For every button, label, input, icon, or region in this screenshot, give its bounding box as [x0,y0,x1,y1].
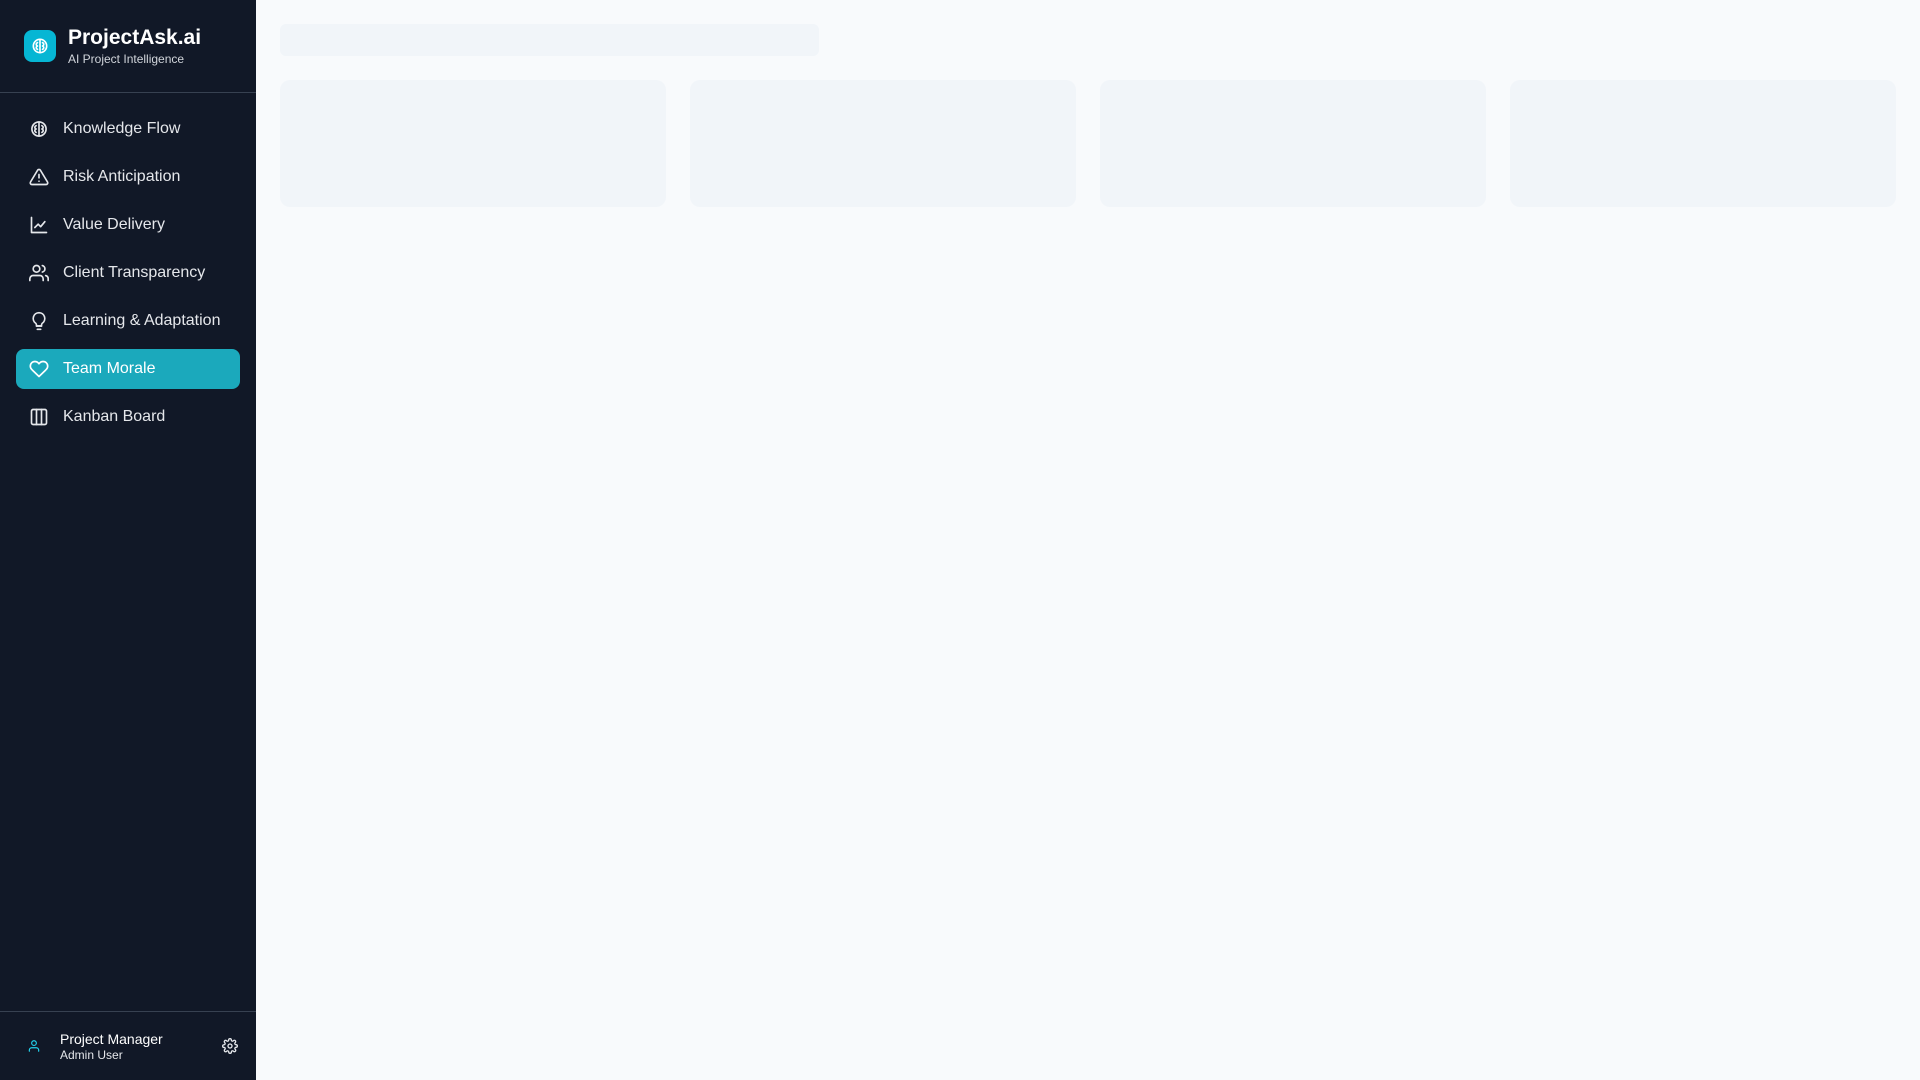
user-info: Project Manager Admin User [60,1030,204,1063]
brand-text: ProjectAsk.ai AI Project Intelligence [68,26,201,67]
users-icon [29,264,49,282]
alert-triangle-icon [29,168,49,186]
sidebar-nav: Knowledge Flow Risk Anticipation Value D… [0,93,256,1011]
loading-skeleton-card [1100,80,1486,207]
settings-button[interactable] [220,1036,240,1056]
sidebar-item-knowledge-flow[interactable]: Knowledge Flow [16,109,240,149]
sidebar-item-label: Client Transparency [63,264,206,281]
brain-icon [32,38,48,54]
sidebar-item-kanban-board[interactable]: Kanban Board [16,397,240,437]
sidebar: ProjectAsk.ai AI Project Intelligence Kn… [0,0,256,1080]
sidebar-item-value-delivery[interactable]: Value Delivery [16,205,240,245]
main-content [256,0,1920,1080]
app-root: ProjectAsk.ai AI Project Intelligence Kn… [0,0,1920,1080]
sidebar-item-client-transparency[interactable]: Client Transparency [16,253,240,293]
gear-icon [222,1038,238,1054]
sidebar-item-risk-anticipation[interactable]: Risk Anticipation [16,157,240,197]
lightbulb-icon [32,311,46,331]
brand-subtitle: AI Project Intelligence [68,51,185,66]
loading-skeleton-title [280,24,819,56]
loading-skeleton-card [1510,80,1896,207]
brain-icon [31,121,47,137]
sidebar-item-label: Risk Anticipation [63,168,181,185]
sidebar-item-label: Team Morale [63,360,156,377]
sidebar-item-label: Learning & Adaptation [63,312,221,329]
user-panel: Project Manager Admin User [0,1011,256,1080]
sidebar-item-team-morale[interactable]: Team Morale [16,349,240,389]
line-chart-icon [30,216,48,234]
user-name: Admin User [60,1047,123,1062]
brand-header: ProjectAsk.ai AI Project Intelligence [0,0,256,93]
columns-icon [30,408,48,426]
sidebar-item-label: Value Delivery [63,216,165,233]
loading-skeleton-cards [280,80,1896,207]
heart-icon [29,360,49,378]
brand-title: ProjectAsk.ai [68,25,202,49]
avatar [24,1036,44,1056]
loading-skeleton-card [690,80,1076,207]
sidebar-item-label: Kanban Board [63,408,166,425]
sidebar-item-label: Knowledge Flow [63,120,181,137]
brand-logo [24,30,56,62]
sidebar-item-learning-adaptation[interactable]: Learning & Adaptation [16,301,240,341]
user-role: Project Manager [60,1030,163,1047]
loading-skeleton-card [280,80,666,207]
user-icon [28,1040,40,1052]
